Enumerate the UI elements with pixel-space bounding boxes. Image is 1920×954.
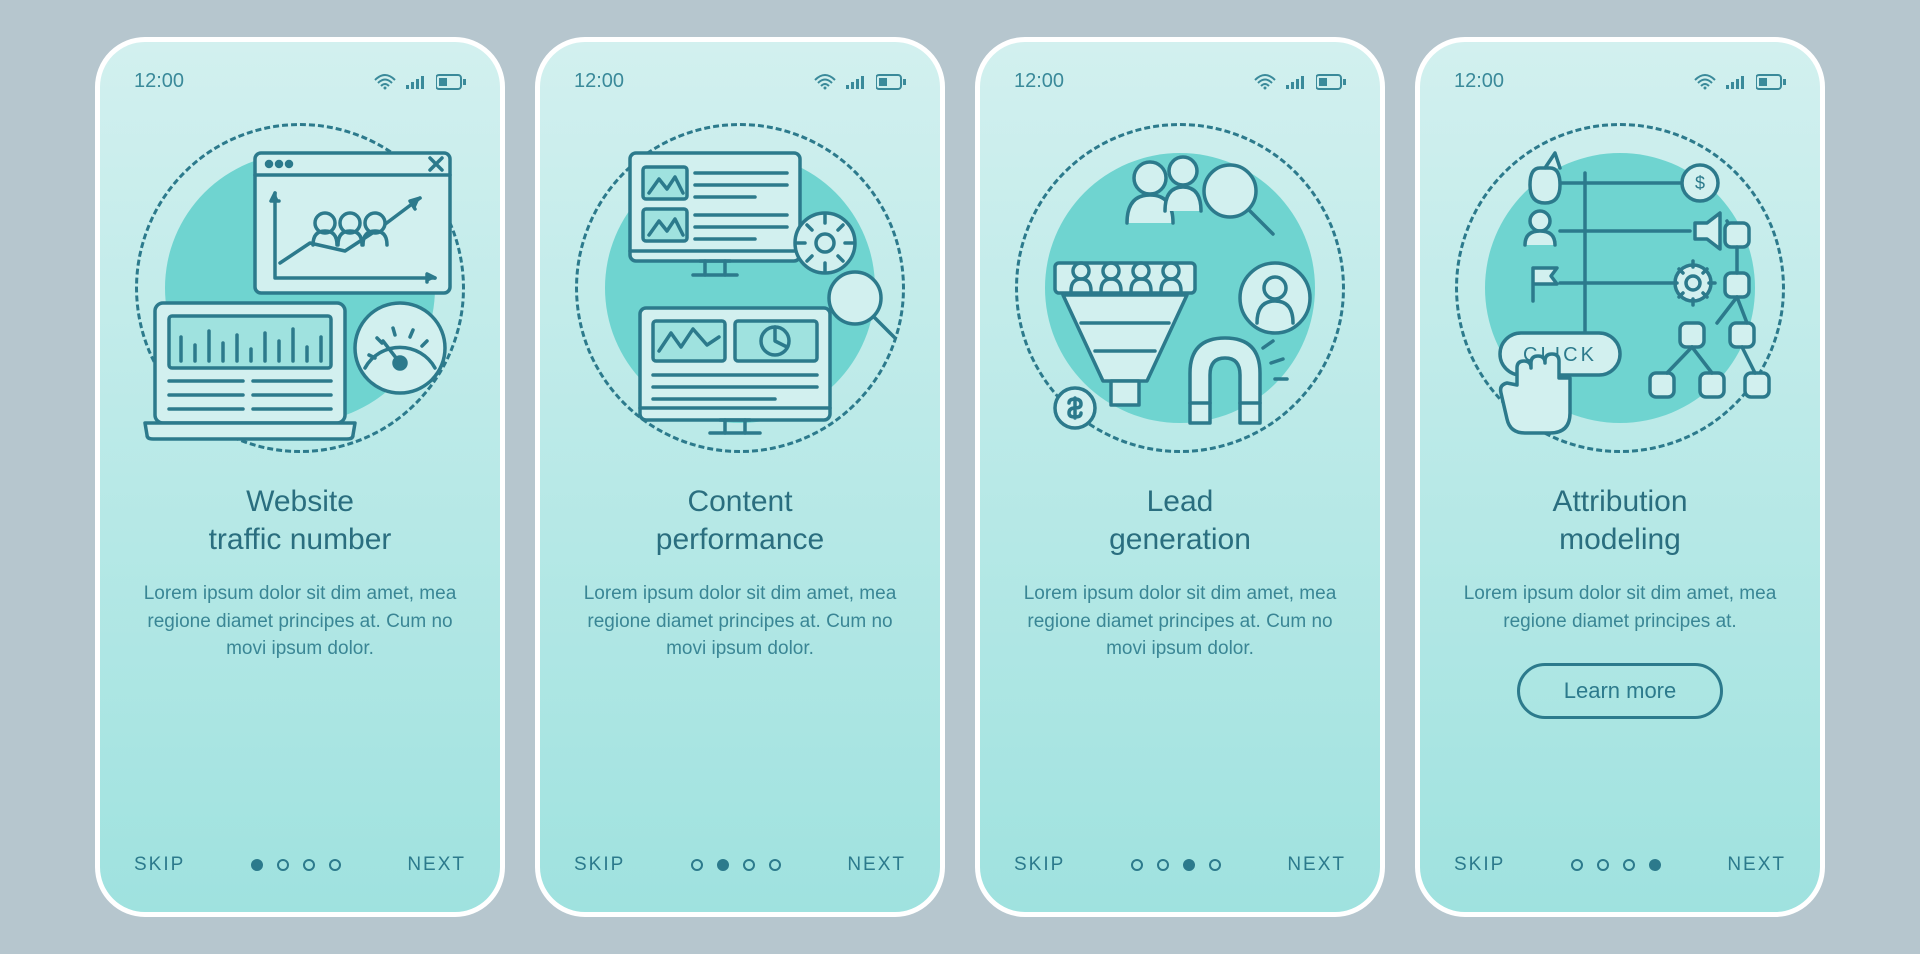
page-dot[interactable]: [1649, 859, 1661, 871]
page-dot[interactable]: [1623, 859, 1635, 871]
next-button[interactable]: NEXT: [847, 854, 906, 876]
next-button[interactable]: NEXT: [407, 854, 466, 876]
status-bar: 12:00: [574, 70, 906, 93]
signal-icon: [1726, 74, 1746, 90]
page-indicator: [251, 859, 341, 871]
page-dot[interactable]: [1597, 859, 1609, 871]
status-bar: 12:00: [134, 70, 466, 93]
page-dot[interactable]: [303, 859, 315, 871]
page-dot[interactable]: [277, 859, 289, 871]
page-dot[interactable]: [1131, 859, 1143, 871]
illustration-lead-generation: [1015, 123, 1345, 453]
screen-title: Website traffic number: [134, 483, 466, 558]
skip-button[interactable]: SKIP: [1014, 854, 1065, 876]
status-time: 12:00: [134, 70, 184, 93]
status-icons: [814, 74, 906, 90]
skip-button[interactable]: SKIP: [574, 854, 625, 876]
page-dot[interactable]: [1571, 859, 1583, 871]
page-dot[interactable]: [743, 859, 755, 871]
page-dot[interactable]: [1209, 859, 1221, 871]
onboarding-footer: SKIP NEXT: [134, 854, 466, 876]
page-dot[interactable]: [1183, 859, 1195, 871]
battery-icon: [1756, 74, 1786, 90]
onboarding-screen-2: 12:00: [535, 37, 945, 917]
screen-body: Lorem ipsum dolor sit dim amet, mea regi…: [1014, 580, 1346, 663]
battery-icon: [1316, 74, 1346, 90]
next-button[interactable]: NEXT: [1287, 854, 1346, 876]
status-time: 12:00: [1014, 70, 1064, 93]
onboarding-screen-3: 12:00: [975, 37, 1385, 917]
status-icons: [1254, 74, 1346, 90]
battery-icon: [876, 74, 906, 90]
status-time: 12:00: [1454, 70, 1504, 93]
svg-text:$: $: [1695, 173, 1705, 193]
onboarding-footer: SKIP NEXT: [574, 854, 906, 876]
screen-title: Attribution modeling: [1454, 483, 1786, 558]
onboarding-footer: SKIP NEXT: [1014, 854, 1346, 876]
page-indicator: [1571, 859, 1661, 871]
status-time: 12:00: [574, 70, 624, 93]
skip-button[interactable]: SKIP: [134, 854, 185, 876]
screen-body: Lorem ipsum dolor sit dim amet, mea regi…: [1454, 580, 1786, 635]
page-indicator: [1131, 859, 1221, 871]
screen-title: Content performance: [574, 483, 906, 558]
next-button[interactable]: NEXT: [1727, 854, 1786, 876]
screen-body: Lorem ipsum dolor sit dim amet, mea regi…: [574, 580, 906, 663]
page-dot[interactable]: [717, 859, 729, 871]
screen-body: Lorem ipsum dolor sit dim amet, mea regi…: [134, 580, 466, 663]
wifi-icon: [814, 74, 836, 90]
page-dot[interactable]: [251, 859, 263, 871]
onboarding-screen-1: 12:00: [95, 37, 505, 917]
wifi-icon: [374, 74, 396, 90]
status-bar: 12:00: [1454, 70, 1786, 93]
status-icons: [374, 74, 466, 90]
illustration-website-traffic: [135, 123, 465, 453]
wifi-icon: [1694, 74, 1716, 90]
signal-icon: [406, 74, 426, 90]
page-dot[interactable]: [329, 859, 341, 871]
onboarding-footer: SKIP NEXT: [1454, 854, 1786, 876]
page-indicator: [691, 859, 781, 871]
status-bar: 12:00: [1014, 70, 1346, 93]
learn-more-button[interactable]: Learn more: [1517, 663, 1724, 719]
onboarding-screen-4: 12:00 $: [1415, 37, 1825, 917]
screen-title: Lead generation: [1014, 483, 1346, 558]
battery-icon: [436, 74, 466, 90]
signal-icon: [1286, 74, 1306, 90]
skip-button[interactable]: SKIP: [1454, 854, 1505, 876]
page-dot[interactable]: [691, 859, 703, 871]
page-dot[interactable]: [1157, 859, 1169, 871]
illustration-content-performance: [575, 123, 905, 453]
wifi-icon: [1254, 74, 1276, 90]
illustration-attribution-modeling: $ CLICK: [1455, 123, 1785, 453]
page-dot[interactable]: [769, 859, 781, 871]
signal-icon: [846, 74, 866, 90]
status-icons: [1694, 74, 1786, 90]
